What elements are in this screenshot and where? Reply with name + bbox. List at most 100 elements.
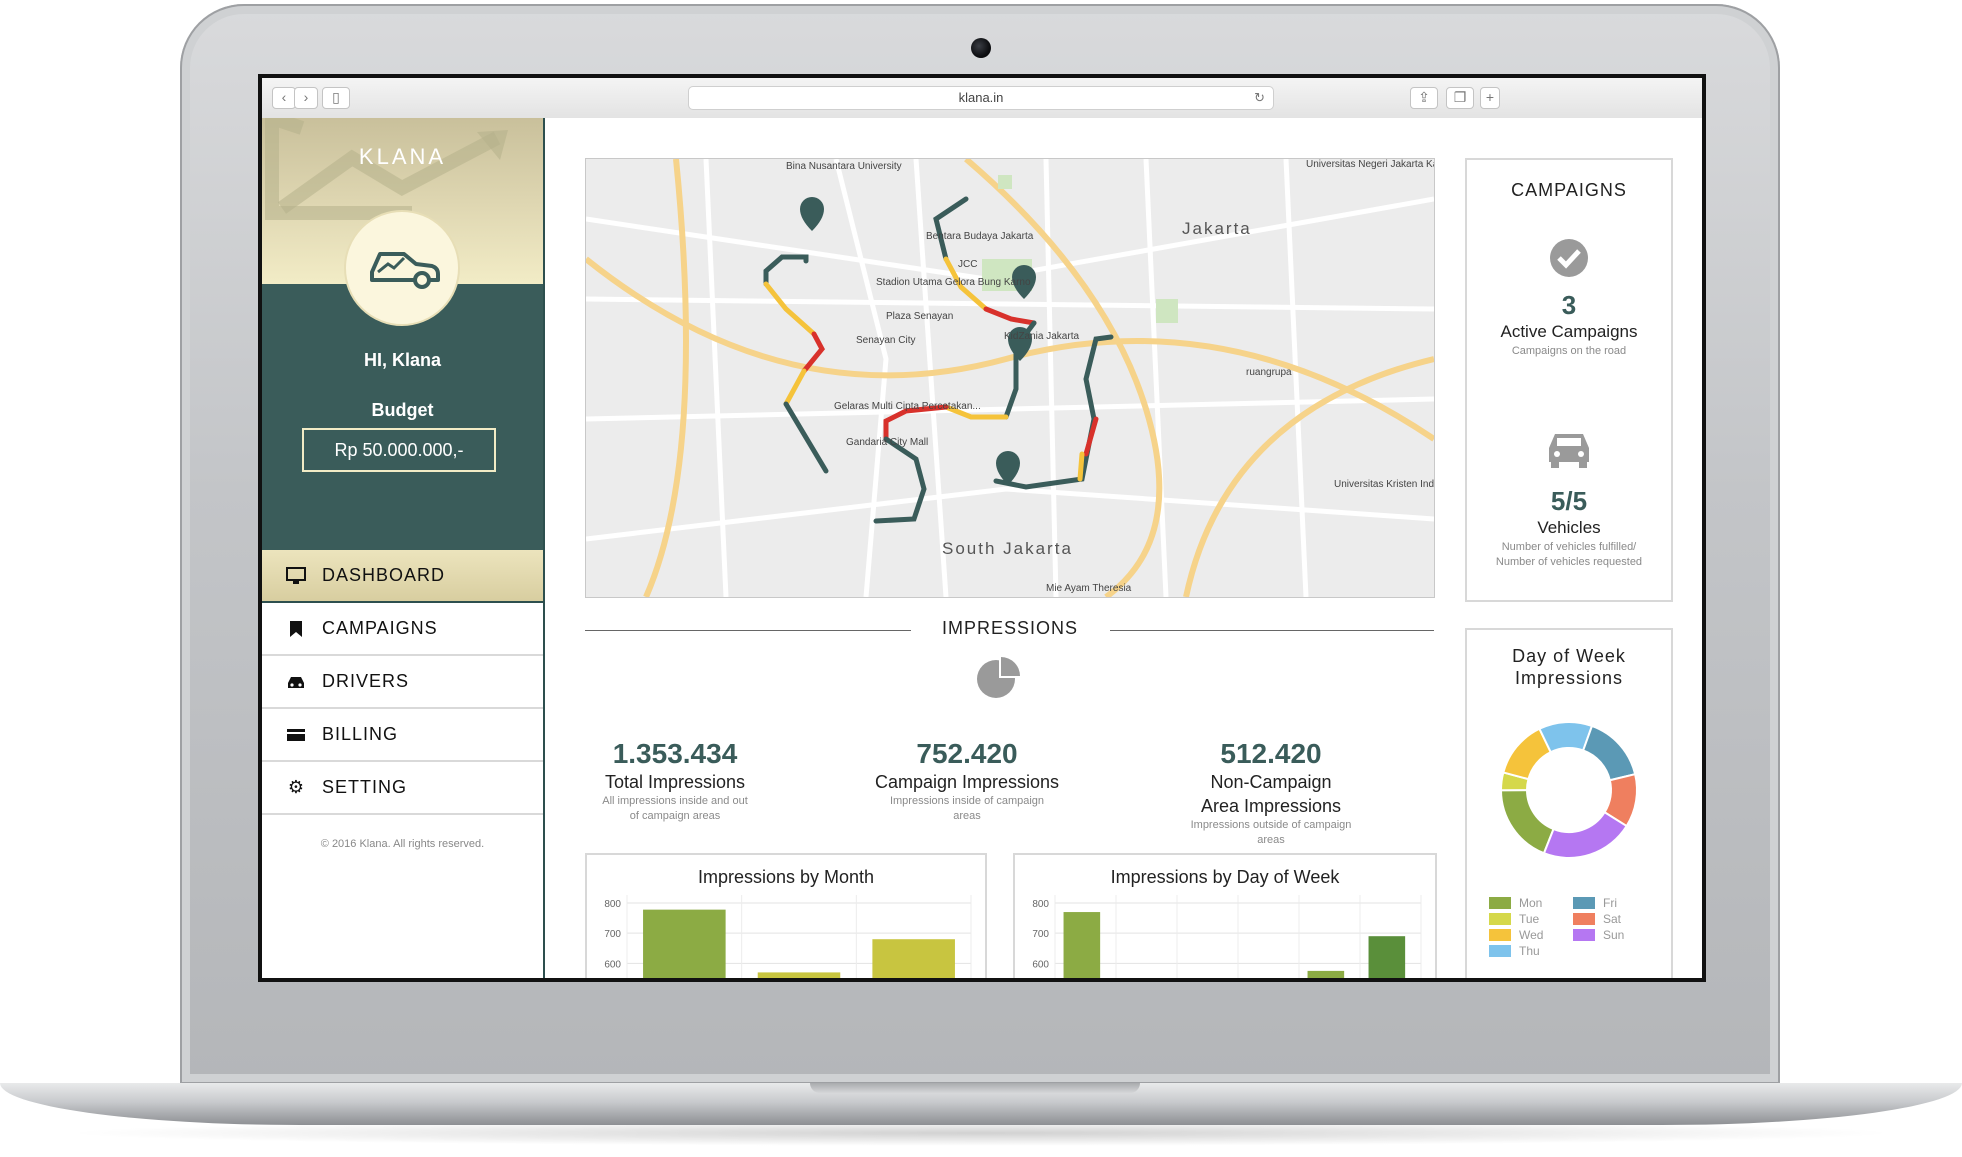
y-tick-label: 600 xyxy=(604,959,621,970)
avatar[interactable] xyxy=(344,210,460,326)
impressions-by-month-card[interactable]: Impressions by Month 800 700 600 xyxy=(585,853,987,978)
donut-title: Day of Week xyxy=(1512,646,1626,666)
bar-chart-day: 800 700 600 xyxy=(1032,895,1422,978)
credit-card-icon xyxy=(286,725,306,745)
y-tick-label: 700 xyxy=(1032,929,1049,940)
vehicles-label: Vehicles xyxy=(1537,518,1601,537)
donut-slice-sun[interactable] xyxy=(1542,810,1629,859)
stat-sub: areas xyxy=(953,810,981,822)
sidebar-toggle-icon[interactable]: ▯ xyxy=(322,87,350,109)
active-campaigns-count: 3 xyxy=(1561,290,1577,320)
stat-sub: areas xyxy=(1257,834,1285,846)
url-field[interactable]: klana.in ↻ xyxy=(688,86,1274,110)
car-icon xyxy=(1549,434,1589,468)
forward-icon[interactable]: › xyxy=(294,87,318,109)
budget-label: Budget xyxy=(371,400,434,420)
map-city-label: Jakarta xyxy=(1182,219,1252,238)
legend-swatch xyxy=(1489,913,1511,925)
day-of-week-card[interactable]: Day of Week Impressions Mon Tue Wed Thu Fri S… xyxy=(1465,628,1673,978)
vehicles-sub: Number of vehicles requested xyxy=(1495,556,1643,568)
legend-swatch xyxy=(1489,897,1511,909)
bar[interactable] xyxy=(757,972,841,978)
legend-label: Mon xyxy=(1519,896,1543,910)
car-icon xyxy=(286,672,306,692)
stat-sub: of campaign areas xyxy=(629,810,721,822)
divider xyxy=(1110,630,1434,631)
bar[interactable] xyxy=(872,939,955,978)
legend-label: Sat xyxy=(1603,912,1622,926)
copyright-text: © 2016 Klana. All rights reserved. xyxy=(320,838,485,850)
legend-item[interactable]: Wed xyxy=(1489,928,1543,942)
map-poi-label: Senayan City xyxy=(856,335,916,346)
active-campaigns-label: Active Campaigns xyxy=(1500,322,1638,341)
legend-label: Fri xyxy=(1603,896,1617,910)
legend-item[interactable]: Sat xyxy=(1573,912,1621,926)
donut-slice-mon[interactable] xyxy=(1499,789,1555,855)
url-text: klana.in xyxy=(958,90,1004,105)
total-impressions-stat: 1.353.434 Total Impressions All impressi… xyxy=(545,738,805,824)
stat-value: 512.420 xyxy=(1220,738,1322,769)
legend-label: Thu xyxy=(1519,944,1540,958)
bar[interactable] xyxy=(1368,936,1406,978)
legend-item[interactable]: Tue xyxy=(1489,912,1539,926)
back-icon[interactable]: ‹ xyxy=(272,87,296,109)
nav-item-billing[interactable]: BILLING xyxy=(262,709,543,762)
impressions-heading: IMPRESSIONS xyxy=(941,618,1079,638)
legend-item[interactable]: Sun xyxy=(1573,928,1624,942)
impressions-by-day-card[interactable]: Impressions by Day of Week 800 700 600 xyxy=(1013,853,1437,978)
legend-label: Tue xyxy=(1519,912,1540,926)
y-tick-label: 700 xyxy=(604,929,621,940)
nav-label-drivers: DRIVERS xyxy=(322,671,410,691)
bar[interactable] xyxy=(1063,912,1101,978)
route-map[interactable]: Jakarta South Jakarta Bina Nusantara Uni… xyxy=(585,158,1435,598)
map-poi-label: KidZania Jakarta xyxy=(1004,331,1080,342)
campaign-impressions-stat: 752.420 Campaign Impressions Impressions… xyxy=(837,738,1097,824)
legend-swatch xyxy=(1573,913,1595,925)
y-tick-label: 600 xyxy=(1032,959,1049,970)
check-circle-icon xyxy=(1550,239,1588,277)
nav-item-setting[interactable]: ⚙ SETTING xyxy=(262,762,543,815)
nav-item-drivers[interactable]: DRIVERS xyxy=(262,656,543,709)
legend-item[interactable]: Mon xyxy=(1489,896,1542,910)
car-graph-icon xyxy=(370,252,440,289)
legend-swatch xyxy=(1573,929,1595,941)
reload-icon[interactable]: ↻ xyxy=(1254,87,1265,109)
campaigns-card[interactable]: CAMPAIGNS 3 Active Campaigns Campaigns o… xyxy=(1465,158,1673,602)
map-poi-label: Plaza Senayan xyxy=(886,311,954,322)
nav-label-dashboard: DASHBOARD xyxy=(322,565,446,585)
stat-value: 752.420 xyxy=(916,738,1018,769)
nav-item-campaigns[interactable]: CAMPAIGNS xyxy=(262,603,543,656)
klana-logo[interactable]: KLANA xyxy=(262,144,543,170)
monitor-icon xyxy=(286,566,306,586)
map-poi-label: Bina Nusantara University xyxy=(786,161,902,172)
stat-label: Total Impressions xyxy=(604,772,746,792)
nav-item-dashboard[interactable]: DASHBOARD xyxy=(262,550,543,603)
sidebar-nav: DASHBOARD CAMPAIGNS DRIVERS BILLING ⚙ SE… xyxy=(262,550,543,815)
stat-sub: All impressions inside and out xyxy=(602,795,748,807)
legend-swatch xyxy=(1573,897,1595,909)
greeting-text: HI, Klana xyxy=(363,350,442,370)
tabs-icon[interactable]: ❐ xyxy=(1446,87,1474,109)
legend-item[interactable]: Thu xyxy=(1489,944,1540,958)
divider xyxy=(585,630,911,631)
bookmark-icon xyxy=(286,619,306,639)
bar[interactable] xyxy=(1307,970,1345,978)
map-poi-label: Stadion Utama Gelora Bung Karno xyxy=(876,277,1031,288)
active-campaigns-sub: Campaigns on the road xyxy=(1511,345,1627,357)
sidebar: KLANA HI, Klana Budget Rp 50.000.000,- D… xyxy=(262,118,545,978)
map-city-label: South Jakarta xyxy=(942,539,1073,558)
vehicles-sub: Number of vehicles fulfilled/ xyxy=(1501,541,1637,553)
share-icon[interactable]: ⇪ xyxy=(1410,87,1438,109)
new-tab-icon[interactable]: + xyxy=(1480,87,1500,109)
donut-chart xyxy=(1499,721,1638,859)
browser-toolbar: ‹ › ▯ klana.in ↻ ⇪ ❐ + xyxy=(262,78,1702,119)
gear-icon: ⚙ xyxy=(287,777,305,797)
y-tick-label: 800 xyxy=(1032,899,1049,910)
map-poi-label: Mie Ayam Theresia xyxy=(1046,583,1132,594)
map-poi-label: ruangrupa xyxy=(1246,367,1292,378)
donut-slice-fri[interactable] xyxy=(1581,724,1637,782)
stat-value: 1.353.434 xyxy=(612,738,738,769)
bar[interactable] xyxy=(643,909,726,978)
legend-item[interactable]: Fri xyxy=(1573,896,1617,910)
campaigns-title: CAMPAIGNS xyxy=(1511,180,1627,200)
